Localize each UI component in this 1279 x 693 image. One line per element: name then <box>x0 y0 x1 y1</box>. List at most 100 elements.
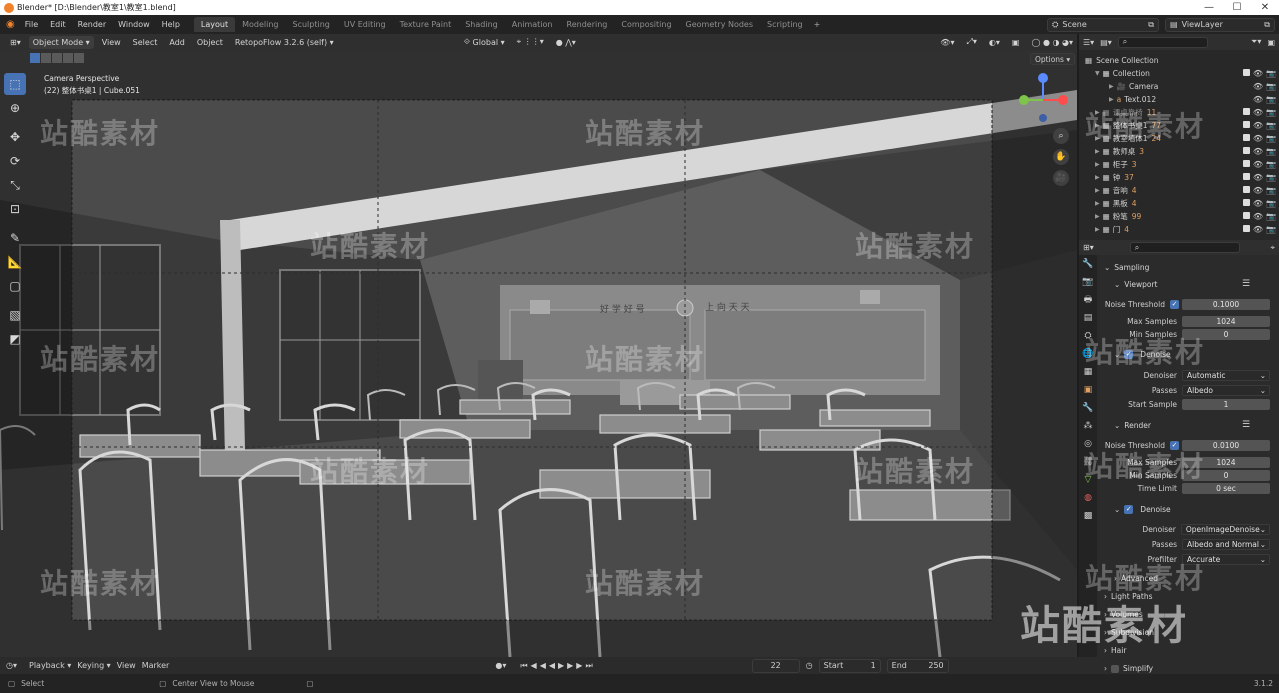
camera-render-icon[interactable]: 📷 <box>1266 186 1276 195</box>
vp-passes-dropdown[interactable]: Albedo ⌄ <box>1182 385 1270 396</box>
camera-render-icon[interactable]: 📷 <box>1266 199 1276 208</box>
pin-icon[interactable]: ⌖ <box>1270 243 1275 253</box>
menu-add[interactable]: Add <box>165 36 189 49</box>
tab-shading[interactable]: Shading <box>458 17 505 32</box>
outliner-row[interactable]: ▶ ▦ 钟 37 👁 📷 <box>1079 171 1279 184</box>
tab-layout[interactable]: Layout <box>193 17 236 32</box>
options-button[interactable]: Options ▾ <box>1030 53 1076 65</box>
editor-type-icon[interactable]: ⊞▾ <box>6 36 25 49</box>
annotate-icon[interactable]: ✎ <box>4 227 26 249</box>
orientation-selector[interactable]: ⟐ Global ▾ <box>460 36 509 49</box>
r-denoise-checkbox[interactable]: ✓ <box>1124 505 1134 514</box>
viewport-subpanel-header[interactable]: ⌄ Viewport <box>1114 280 1157 289</box>
outliner-editor-icon[interactable]: ☰▾ <box>1083 38 1094 47</box>
eye-icon[interactable]: 👁 <box>1253 95 1263 104</box>
outliner-row[interactable]: ▶ ▦ 黑板 4 👁 📷 <box>1079 197 1279 210</box>
clock-icon[interactable]: ◷ <box>806 661 813 670</box>
retopoflow-tool2-icon[interactable]: ◩ <box>4 328 26 350</box>
retopoflow-icon[interactable]: ▧ <box>4 304 26 326</box>
tab-uv-editing[interactable]: UV Editing <box>337 17 393 32</box>
particles-tab-icon[interactable]: ⁂ <box>1079 417 1097 435</box>
presets-icon[interactable]: ☰ <box>1242 279 1250 289</box>
rotate-icon[interactable]: ⟳ <box>4 150 26 172</box>
r-max-samples-field[interactable]: 1024 <box>1182 457 1270 468</box>
camera-view-icon[interactable]: 🎥 <box>1053 170 1069 186</box>
timeline-editor-icon[interactable]: ◷▾ <box>6 661 17 670</box>
eye-icon[interactable]: 👁 <box>1253 69 1263 78</box>
select-intersect-icon[interactable] <box>74 53 84 63</box>
outliner-row[interactable]: ▶ ▦ 教室墙体1 24 👁 📷 <box>1079 132 1279 145</box>
vp-max-samples-field[interactable]: 1024 <box>1182 316 1270 327</box>
r-denoise-header[interactable]: ⌄ ✓ Denoise <box>1114 505 1171 514</box>
eye-icon[interactable]: 👁 <box>1253 121 1263 130</box>
scene-tab-icon[interactable]: ⛭ <box>1079 327 1097 345</box>
start-frame-field[interactable]: Start 1 <box>818 658 881 673</box>
playback-controls[interactable]: ⏮◀◀◀▶▶▶⏭ <box>520 661 595 671</box>
end-frame-field[interactable]: End 250 <box>886 658 949 673</box>
volumes-panel-header[interactable]: › Volumes <box>1104 610 1143 619</box>
new-view-layer-icon[interactable]: ⧉ <box>1264 20 1270 30</box>
light-paths-panel-header[interactable]: › Light Paths <box>1104 592 1152 601</box>
maximize-icon[interactable]: ☐ <box>1223 2 1251 13</box>
r-time-limit-field[interactable]: 0 sec <box>1182 483 1270 494</box>
eye-icon[interactable]: 👁 <box>1253 147 1263 156</box>
add-workspace-icon[interactable]: + <box>810 20 825 29</box>
outliner-row[interactable]: ▶ a Text.012 👁 📷 <box>1079 93 1279 106</box>
hair-panel-header[interactable]: › Hair <box>1104 646 1126 655</box>
eye-icon[interactable]: 👁 <box>1253 108 1263 117</box>
camera-render-icon[interactable]: 📷 <box>1266 147 1276 156</box>
add-cube-icon[interactable]: ▢ <box>4 275 26 297</box>
new-scene-icon[interactable]: ⧉ <box>1148 20 1154 30</box>
vp-denoise-checkbox[interactable]: ✓ <box>1124 350 1134 359</box>
outliner-row[interactable]: ▼ ▦ Collection 👁 📷 <box>1079 67 1279 80</box>
navigation-gizmo[interactable] <box>1018 72 1068 122</box>
record-icon[interactable]: ●▾ <box>495 661 506 670</box>
texture-tab-icon[interactable]: ▩ <box>1079 507 1097 525</box>
camera-render-icon[interactable]: 📷 <box>1266 225 1276 234</box>
eye-icon[interactable]: 👁 <box>1253 225 1263 234</box>
current-frame-field[interactable]: 22 <box>751 658 800 673</box>
view-layer-tab-icon[interactable]: ▤ <box>1079 309 1097 327</box>
r-min-samples-field[interactable]: 0 <box>1182 470 1270 481</box>
menu-view[interactable]: View <box>98 36 125 49</box>
data-tab-icon[interactable]: ▽ <box>1079 471 1097 489</box>
scene-collection-row[interactable]: ▦ Scene Collection <box>1079 54 1279 67</box>
vp-min-samples-field[interactable]: 0 <box>1182 329 1270 340</box>
noise-threshold-checkbox[interactable]: ✓ <box>1170 300 1179 309</box>
outliner-row[interactable]: ▶ ▦ 课桌靠椅 11 👁 📷 <box>1079 106 1279 119</box>
select-extend-icon[interactable] <box>41 53 51 63</box>
camera-render-icon[interactable]: 📷 <box>1266 121 1276 130</box>
zoom-icon[interactable]: ⌕ <box>1053 128 1069 144</box>
filter-icon[interactable]: ⏷▾ <box>1251 37 1261 47</box>
snap-icon[interactable]: ⌖ ⋮⋮▾ <box>513 36 548 49</box>
eye-icon[interactable]: 👁 <box>1253 199 1263 208</box>
menu-marker[interactable]: Marker <box>142 661 170 670</box>
material-tab-icon[interactable]: ◍ <box>1079 489 1097 507</box>
menu-select[interactable]: Select <box>129 36 162 49</box>
r-noise-threshold-checkbox[interactable]: ✓ <box>1170 441 1179 450</box>
blender-menu-icon[interactable]: ◉ <box>6 19 15 30</box>
outliner-row[interactable]: ▶ ▦ 柜子 3 👁 📷 <box>1079 158 1279 171</box>
minimize-icon[interactable]: — <box>1195 2 1223 13</box>
menu-help[interactable]: Help <box>156 20 186 29</box>
gizmo-icon[interactable]: ⤢▾ <box>962 36 980 49</box>
camera-render-icon[interactable]: 📷 <box>1266 108 1276 117</box>
select-invert-icon[interactable] <box>63 53 73 63</box>
vp-denoise-header[interactable]: ⌄ ✓ Denoise <box>1114 350 1171 359</box>
tool-tab-icon[interactable]: 🔧 <box>1079 255 1097 273</box>
scale-icon[interactable]: ⤡ <box>4 174 26 196</box>
eye-icon[interactable]: 👁 <box>1253 173 1263 182</box>
outliner-row[interactable]: ▶ 🎥 Camera 👁 📷 <box>1079 80 1279 93</box>
overlay-icon[interactable]: ◐▾ <box>985 36 1004 49</box>
menu-keying[interactable]: Keying ▾ <box>77 661 110 670</box>
visibility-icon[interactable]: 👁▾ <box>936 36 958 49</box>
view-layer-selector[interactable]: ▤ ViewLayer ⧉ <box>1165 17 1275 32</box>
transform-icon[interactable]: ⊡ <box>4 198 26 220</box>
tab-scripting[interactable]: Scripting <box>760 17 810 32</box>
move-icon[interactable]: ✥ <box>4 126 26 148</box>
outliner-row[interactable]: ▶ ▦ 整体书桌1 77 👁 📷 <box>1079 119 1279 132</box>
outliner-row[interactable]: ▶ ▦ 门 4 👁 📷 <box>1079 223 1279 236</box>
select-new-icon[interactable] <box>30 53 40 63</box>
menu-playback[interactable]: Playback ▾ <box>29 661 71 670</box>
menu-edit[interactable]: Edit <box>44 20 72 29</box>
